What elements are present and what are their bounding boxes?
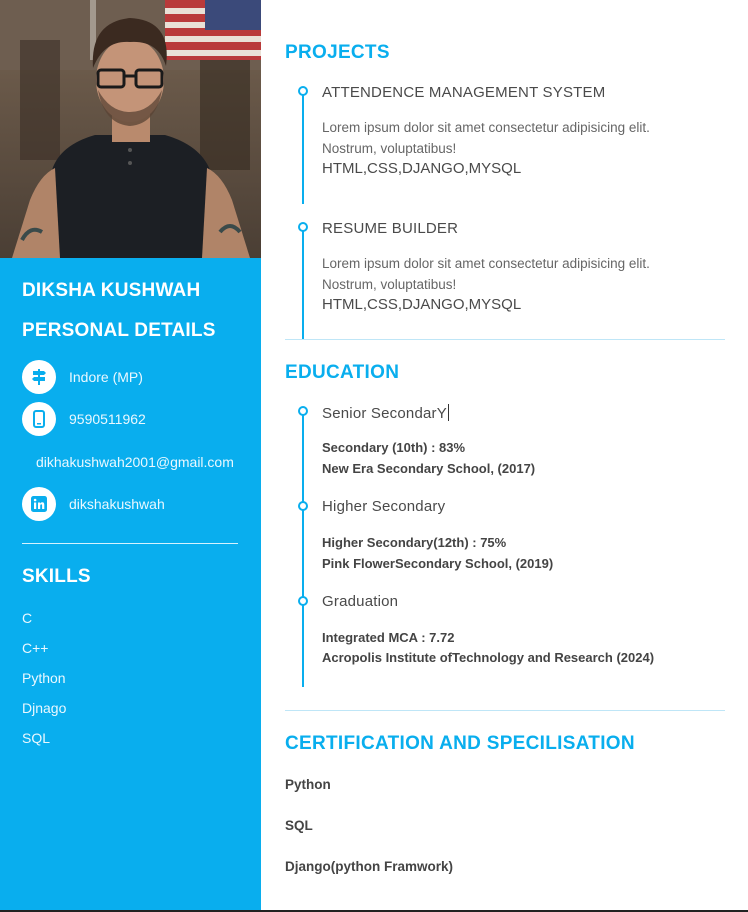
personal-details-heading: PERSONAL DETAILS — [22, 320, 216, 341]
timeline-line — [302, 410, 304, 687]
education-score: Secondary (10th) : 83% — [322, 440, 466, 455]
project-tech-stack: HTML,CSS,DJANGO,MYSQL — [322, 296, 522, 313]
contact-linkedin[interactable]: dikshakushwah — [22, 487, 165, 521]
skill-item: Python — [22, 670, 66, 686]
sidebar-divider — [22, 543, 238, 544]
phone-text: 9590511962 — [69, 411, 146, 427]
certification-item: Python — [285, 777, 331, 792]
linkedin-icon — [22, 487, 56, 521]
timeline-line — [302, 226, 304, 340]
project-description: Lorem ipsum dolor sit amet consectetur a… — [322, 120, 650, 135]
location-text: Indore (MP) — [69, 369, 143, 385]
education-score: Integrated MCA : 7.72 — [322, 630, 455, 645]
signpost-icon — [22, 360, 56, 394]
certification-item: SQL — [285, 818, 313, 833]
skill-item: C — [22, 610, 33, 626]
education-school: New Era Secondary School, (2017) — [322, 461, 536, 476]
education-school: Acropolis Institute ofTechnology and Res… — [322, 650, 655, 665]
timeline-dot — [298, 501, 308, 511]
section-divider — [285, 339, 725, 340]
education-title: Senior SecondarY — [322, 404, 449, 422]
project-description: Lorem ipsum dolor sit amet consectetur a… — [322, 256, 650, 271]
skills-heading: SKILLS — [22, 566, 91, 587]
sidebar: DIKSHA KUSHWAH PERSONAL DETAILS Indore (… — [0, 0, 261, 910]
contact-phone: 9590511962 — [22, 402, 146, 436]
timeline-dot — [298, 222, 308, 232]
timeline-dot — [298, 406, 308, 416]
education-school: Pink FlowerSecondary School, (2019) — [322, 556, 554, 571]
section-divider — [285, 710, 725, 711]
certification-heading: CERTIFICATION AND SPECILISATION — [285, 733, 635, 754]
mobile-phone-icon — [22, 402, 56, 436]
education-title: Higher Secondary — [322, 498, 446, 515]
text-cursor — [447, 404, 449, 421]
candidate-name: DIKSHA KUSHWAH — [22, 280, 201, 301]
profile-photo — [0, 0, 261, 258]
project-title: RESUME BUILDER — [322, 220, 459, 237]
timeline-line — [302, 90, 304, 204]
contact-location: Indore (MP) — [22, 360, 143, 394]
projects-heading: PROJECTS — [285, 42, 390, 63]
skill-item: Djnago — [22, 700, 67, 716]
project-description: Nostrum, voluptatibus! — [322, 141, 457, 156]
project-description: Nostrum, voluptatibus! — [322, 277, 457, 292]
education-title: Graduation — [322, 593, 399, 610]
education-heading: EDUCATION — [285, 362, 400, 383]
certification-item: Django(python Framwork) — [285, 859, 453, 874]
project-title: ATTENDENCE MANAGEMENT SYSTEM — [322, 84, 606, 101]
email-link[interactable]: dikhakushwah2001@gmail.com — [36, 454, 234, 470]
project-tech-stack: HTML,CSS,DJANGO,MYSQL — [322, 160, 522, 177]
linkedin-text: dikshakushwah — [69, 496, 165, 512]
resume-page: DIKSHA KUSHWAH PERSONAL DETAILS Indore (… — [0, 0, 748, 912]
education-score: Higher Secondary(12th) : 75% — [322, 535, 507, 550]
timeline-dot — [298, 596, 308, 606]
skill-item: SQL — [22, 730, 51, 746]
skill-item: C++ — [22, 640, 49, 656]
timeline-dot — [298, 86, 308, 96]
